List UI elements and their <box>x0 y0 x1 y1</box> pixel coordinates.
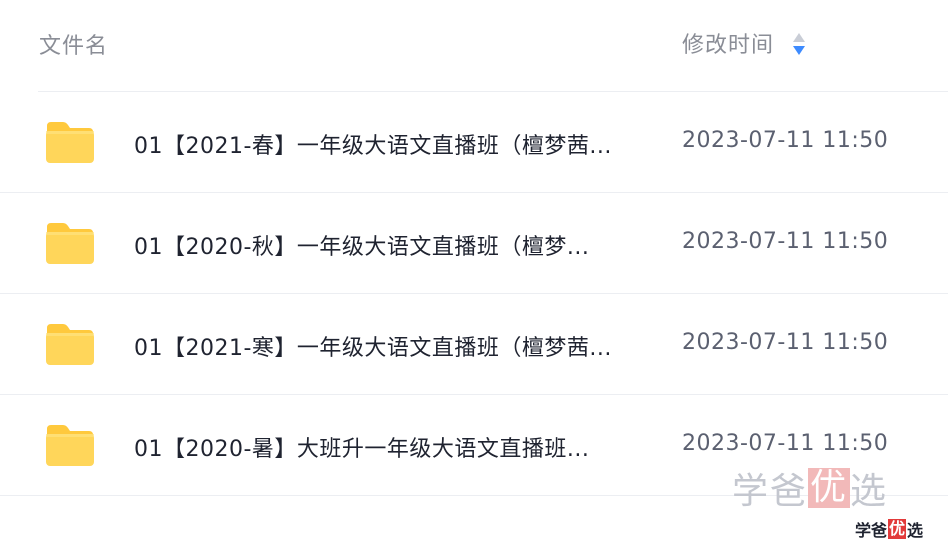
column-header-modified-time-label: 修改时间 <box>682 33 775 58</box>
file-modified-time: 2023-07-11 11:50 <box>682 330 889 355</box>
folder-icon <box>46 223 94 264</box>
folder-icon <box>46 324 94 365</box>
column-header-name[interactable]: 文件名 <box>39 28 108 60</box>
watermark-large-text-b: 优 <box>808 467 851 508</box>
watermark-small-text-a: 学爸 <box>855 521 888 540</box>
file-modified-time: 2023-07-11 11:50 <box>682 229 889 254</box>
watermark-large-text-a: 学爸 <box>732 471 809 512</box>
file-row[interactable]: 01【2020-秋】一年级大语文直播班（檀梦... 2023-07-11 11:… <box>0 193 948 294</box>
file-list-page: 文件名 修改时间 01【2021-春】一年级大语文直播班（檀梦茜... 2023… <box>0 0 948 544</box>
file-name[interactable]: 01【2021-春】一年级大语文直播班（檀梦茜... <box>134 128 639 160</box>
file-row[interactable]: 01【2021-春】一年级大语文直播班（檀梦茜... 2023-07-11 11… <box>0 92 948 193</box>
watermark-small-text-c: 选 <box>907 521 924 540</box>
file-row[interactable]: 01【2021-寒】一年级大语文直播班（檀梦茜... 2023-07-11 11… <box>0 294 948 395</box>
folder-icon <box>46 425 94 466</box>
file-modified-time: 2023-07-11 11:50 <box>682 431 889 456</box>
sort-up-icon <box>793 33 806 42</box>
file-modified-time: 2023-07-11 11:50 <box>682 128 889 153</box>
watermark-small-text-b: 优 <box>888 519 907 539</box>
sort-down-icon <box>793 46 806 55</box>
watermark-small: 学爸 优 选 <box>855 517 923 541</box>
sort-icon[interactable] <box>792 31 806 57</box>
column-header-modified-time[interactable]: 修改时间 <box>682 27 806 59</box>
watermark-large: 学爸 优 选 <box>732 462 888 514</box>
file-name[interactable]: 01【2021-寒】一年级大语文直播班（檀梦茜... <box>134 330 639 362</box>
file-name[interactable]: 01【2020-暑】大班升一年级大语文直播班... <box>134 431 639 463</box>
file-list: 01【2021-春】一年级大语文直播班（檀梦茜... 2023-07-11 11… <box>0 92 948 496</box>
folder-icon <box>46 122 94 163</box>
file-name[interactable]: 01【2020-秋】一年级大语文直播班（檀梦... <box>134 229 639 261</box>
file-list-header: 文件名 修改时间 <box>0 0 948 91</box>
watermark-large-text-c: 选 <box>850 471 889 512</box>
